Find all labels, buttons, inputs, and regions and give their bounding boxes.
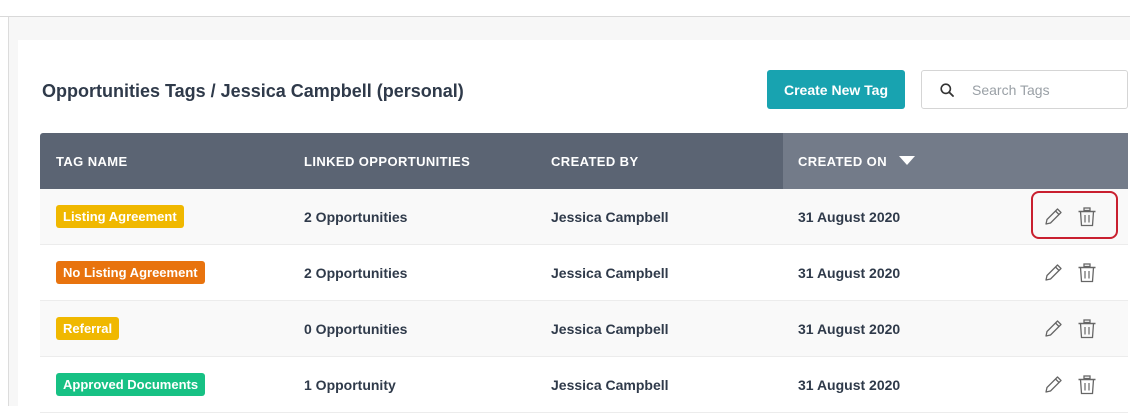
search-box[interactable] bbox=[921, 70, 1128, 109]
created-on: 31 August 2020 bbox=[798, 320, 901, 337]
column-header-created-on-label: CREATED ON bbox=[798, 153, 887, 169]
search-icon bbox=[940, 82, 954, 97]
created-by: Jessica Campbell bbox=[551, 320, 669, 337]
sort-down-icon bbox=[898, 156, 915, 165]
window-top-bar bbox=[0, 0, 1130, 17]
trash-icon bbox=[1078, 374, 1096, 394]
created-on: 31 August 2020 bbox=[798, 376, 901, 393]
edit-tag-button[interactable] bbox=[1040, 260, 1066, 286]
edit-tag-button[interactable] bbox=[1040, 316, 1066, 342]
edit-pencil-icon bbox=[1045, 375, 1062, 393]
delete-tag-button[interactable] bbox=[1074, 372, 1100, 398]
delete-tag-button[interactable] bbox=[1074, 260, 1100, 286]
actions-highlight-annotation bbox=[1031, 191, 1118, 239]
frame-divider bbox=[8, 17, 9, 406]
column-header-actions bbox=[1029, 133, 1128, 189]
edit-pencil-icon bbox=[1045, 263, 1062, 281]
created-on: 31 August 2020 bbox=[798, 264, 901, 281]
created-on: 31 August 2020 bbox=[798, 208, 901, 225]
tag-badge[interactable]: Approved Documents bbox=[56, 373, 206, 396]
delete-tag-button[interactable] bbox=[1074, 316, 1100, 342]
table-row: Approved Documents 1 Opportunity Jessica… bbox=[40, 357, 1128, 413]
created-by: Jessica Campbell bbox=[551, 264, 669, 281]
column-header-created-by[interactable]: CREATED BY bbox=[551, 133, 639, 189]
create-new-tag-button[interactable]: Create New Tag bbox=[767, 70, 905, 109]
table-row: Listing Agreement 2 Opportunities Jessic… bbox=[40, 189, 1128, 245]
column-header-tag-name[interactable]: TAG NAME bbox=[56, 133, 128, 189]
page-title: Opportunities Tags / Jessica Campbell (p… bbox=[42, 81, 464, 101]
linked-opportunities: 2 Opportunities bbox=[304, 208, 408, 225]
trash-icon bbox=[1078, 318, 1096, 338]
column-header-created-on[interactable]: CREATED ON bbox=[783, 133, 1029, 189]
edit-pencil-icon bbox=[1045, 319, 1062, 337]
column-header-linked-opportunities[interactable]: LINKED OPPORTUNITIES bbox=[304, 133, 470, 189]
table-body: Listing Agreement 2 Opportunities Jessic… bbox=[40, 189, 1128, 413]
linked-opportunities: 1 Opportunity bbox=[304, 376, 396, 393]
table-row: No Listing Agreement 2 Opportunities Jes… bbox=[40, 245, 1128, 301]
tag-badge[interactable]: Listing Agreement bbox=[56, 205, 184, 228]
search-input[interactable] bbox=[970, 80, 1114, 99]
linked-opportunities: 0 Opportunities bbox=[304, 320, 408, 337]
table-header: TAG NAME LINKED OPPORTUNITIES CREATED BY… bbox=[40, 133, 1128, 189]
trash-icon bbox=[1078, 262, 1096, 282]
created-by: Jessica Campbell bbox=[551, 208, 669, 225]
created-by: Jessica Campbell bbox=[551, 376, 669, 393]
edit-tag-button[interactable] bbox=[1040, 372, 1066, 398]
tag-badge[interactable]: Referral bbox=[56, 317, 120, 340]
linked-opportunities: 2 Opportunities bbox=[304, 264, 408, 281]
table-row: Referral 0 Opportunities Jessica Campbel… bbox=[40, 301, 1128, 357]
tag-badge[interactable]: No Listing Agreement bbox=[56, 261, 205, 284]
tags-table: TAG NAME LINKED OPPORTUNITIES CREATED BY… bbox=[40, 133, 1128, 413]
